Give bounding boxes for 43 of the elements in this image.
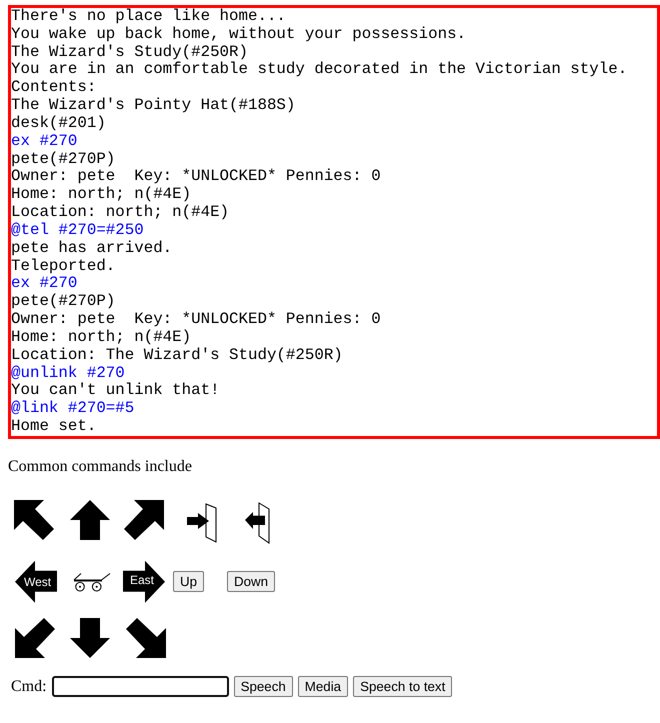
door-enter-icon[interactable] xyxy=(186,502,217,543)
output-line: Location: The Wizard's Study(#250R) xyxy=(11,346,344,365)
output-line: Home set. xyxy=(11,418,98,436)
down-arrow-icon[interactable] xyxy=(70,618,110,658)
output-line: Contents: xyxy=(11,79,98,98)
up-left-arrow-icon[interactable] xyxy=(14,500,54,540)
down-right-arrow-icon[interactable] xyxy=(126,618,166,658)
output-line: You can't unlink that! xyxy=(11,382,221,400)
down-button[interactable]: Down xyxy=(227,571,276,592)
command-line: @unlink #270 xyxy=(11,364,126,382)
command-line: ex #270 xyxy=(11,132,78,151)
intro-text: Common commands include xyxy=(8,458,193,476)
output-line: Teleported. xyxy=(11,258,116,276)
up-button[interactable]: Up xyxy=(173,571,204,592)
output-line: pete(#270P) xyxy=(11,150,116,168)
speech-to-text-button[interactable]: Speech to text xyxy=(353,676,452,698)
output-line: pete has arrived. xyxy=(11,240,174,258)
west-button[interactable]: West xyxy=(15,560,57,603)
output-line: There's no place like home... xyxy=(11,8,287,26)
east-button[interactable]: East xyxy=(123,560,165,603)
output-line: Owner: pete Key: *UNLOCKED* Pennies: 0 xyxy=(11,168,382,186)
cart-icon[interactable] xyxy=(73,572,111,592)
down-left-arrow-icon[interactable] xyxy=(15,618,55,658)
command-line: ex #270 xyxy=(11,275,78,294)
cmd-label: Cmd: xyxy=(11,678,47,696)
output-line: Home: north; n(#4E) xyxy=(11,328,192,347)
command-line: @link #270=#5 xyxy=(11,400,136,418)
output-line: desk(#201) xyxy=(11,114,107,133)
up-arrow-icon[interactable] xyxy=(70,500,110,540)
command-input[interactable] xyxy=(52,676,229,698)
output-line: You are in an comfortable study decorated in the Victorian style. xyxy=(11,61,628,80)
output-line: Location: north; n(#4E) xyxy=(11,204,230,222)
output-line: You wake up back home, without your possessions. xyxy=(11,26,468,44)
door-exit-icon[interactable] xyxy=(244,502,271,544)
output-line: The Wizard's Pointy Hat(#188S) xyxy=(11,97,296,115)
output-line: pete(#270P) xyxy=(11,293,116,312)
media-button[interactable]: Media xyxy=(298,676,348,698)
command-line: @tel #270=#250 xyxy=(11,222,145,240)
up-right-arrow-icon[interactable] xyxy=(124,500,164,540)
output-line: The Wizard's Study(#250R) xyxy=(11,44,249,62)
output-line: Home: north; n(#4E) xyxy=(11,186,192,204)
output-line: Owner: pete Key: *UNLOCKED* Pennies: 0 xyxy=(11,311,382,329)
speech-button[interactable]: Speech xyxy=(234,676,293,698)
